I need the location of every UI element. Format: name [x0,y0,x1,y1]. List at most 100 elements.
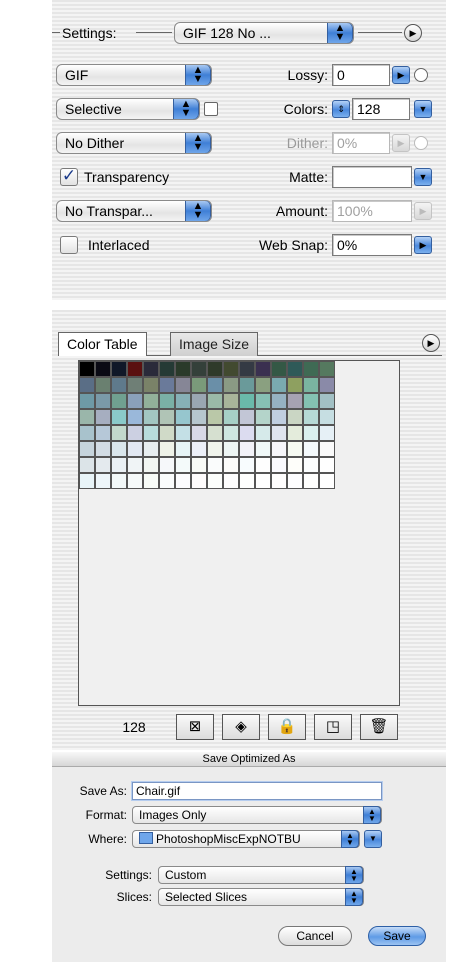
color-swatch[interactable] [271,409,287,425]
color-swatch[interactable] [175,425,191,441]
color-swatch[interactable] [239,409,255,425]
color-swatch[interactable] [319,457,335,473]
expand-browser-icon[interactable]: ▼ [364,830,382,848]
color-swatch[interactable] [79,377,95,393]
color-swatch[interactable] [127,361,143,377]
color-swatch[interactable] [111,409,127,425]
color-swatch[interactable] [159,393,175,409]
color-swatch[interactable] [207,377,223,393]
amount-field[interactable]: 100% [332,200,412,222]
color-swatch[interactable] [287,393,303,409]
color-swatch[interactable] [287,425,303,441]
where-popup[interactable]: PhotoshopMiscExpNOTBU ▲ ▼ [132,830,360,848]
amount-slider-arrow-icon[interactable]: ▶ [414,202,432,220]
color-swatch[interactable] [79,441,95,457]
color-swatch[interactable] [175,441,191,457]
color-swatch[interactable] [111,457,127,473]
lossy-slider-arrow-icon[interactable]: ▶ [392,66,410,84]
dither-field[interactable]: 0% [332,132,390,154]
format-popup[interactable]: GIF ▲ ▼ [56,64,212,86]
reduction-mask-icon[interactable] [204,102,218,116]
color-swatch[interactable] [223,457,239,473]
web-snap-field[interactable]: 0% [332,234,412,256]
dither-algorithm-popup[interactable]: No Dither ▲ ▼ [56,132,212,154]
save-as-field[interactable]: Chair.gif [132,782,382,800]
color-swatch[interactable] [95,425,111,441]
color-swatch[interactable] [319,409,335,425]
color-swatch[interactable] [127,473,143,489]
lossy-field[interactable]: 0 [332,64,390,86]
color-swatch[interactable] [271,361,287,377]
interlaced-checkbox[interactable] [60,236,78,254]
color-swatch[interactable] [255,473,271,489]
tab-color-table[interactable]: Color Table [58,332,147,356]
color-swatch[interactable] [223,473,239,489]
color-swatch[interactable] [239,393,255,409]
web-snap-slider-arrow-icon[interactable]: ▶ [414,236,432,254]
color-swatch[interactable] [143,393,159,409]
cancel-button[interactable]: Cancel [278,926,352,946]
color-swatch[interactable] [127,377,143,393]
color-swatch[interactable] [319,377,335,393]
color-swatch[interactable] [303,457,319,473]
color-swatch[interactable] [143,409,159,425]
color-swatch[interactable] [95,441,111,457]
color-swatch[interactable] [159,377,175,393]
color-swatch[interactable] [287,457,303,473]
transparency-checkbox[interactable]: ✓ [60,167,78,186]
color-swatch[interactable] [127,457,143,473]
color-swatch[interactable] [95,377,111,393]
color-swatch[interactable] [95,473,111,489]
color-swatch[interactable] [159,473,175,489]
trash-icon[interactable]: 🗑 [360,714,398,740]
colors-stepper-icon[interactable]: ⇕ [332,100,350,118]
color-swatch[interactable] [79,457,95,473]
format-popup[interactable]: Images Only ▲ ▼ [132,806,382,824]
color-swatch[interactable] [143,377,159,393]
map-to-transparent-icon[interactable]: ⊠ [176,714,214,740]
color-swatch[interactable] [303,393,319,409]
color-swatch[interactable] [175,377,191,393]
color-swatch[interactable] [111,473,127,489]
web-shift-icon[interactable]: ◈ [222,714,260,740]
color-swatch[interactable] [303,361,319,377]
color-swatch[interactable] [239,457,255,473]
color-swatch[interactable] [207,393,223,409]
color-swatch[interactable] [175,473,191,489]
color-swatch[interactable] [255,393,271,409]
color-swatch[interactable] [159,441,175,457]
color-swatch[interactable] [287,473,303,489]
color-swatch[interactable] [223,425,239,441]
color-swatch[interactable] [175,361,191,377]
tab-image-size[interactable]: Image Size [170,332,259,356]
color-swatch[interactable] [319,393,335,409]
color-swatch[interactable] [127,393,143,409]
color-swatch[interactable] [191,457,207,473]
color-swatch[interactable] [271,473,287,489]
color-swatch[interactable] [287,409,303,425]
color-swatch[interactable] [175,409,191,425]
color-swatch[interactable] [255,361,271,377]
color-swatch[interactable] [159,409,175,425]
color-swatch[interactable] [143,361,159,377]
color-swatch[interactable] [111,425,127,441]
color-swatch[interactable] [287,441,303,457]
color-swatch[interactable] [223,361,239,377]
dither-slider-arrow-icon[interactable]: ▶ [392,134,410,152]
color-swatch[interactable] [159,457,175,473]
color-swatch[interactable] [191,473,207,489]
color-swatch[interactable] [191,409,207,425]
color-swatch[interactable] [191,361,207,377]
color-swatch[interactable] [319,473,335,489]
matte-dropdown-icon[interactable]: ▼ [414,168,432,186]
color-swatch[interactable] [303,441,319,457]
color-swatch[interactable] [319,441,335,457]
color-swatch[interactable] [239,377,255,393]
color-swatch[interactable] [239,473,255,489]
color-swatch[interactable] [111,361,127,377]
transparency-dither-popup[interactable]: No Transpar... ▲ ▼ [56,200,212,222]
color-swatch[interactable] [127,441,143,457]
color-swatch[interactable] [111,393,127,409]
color-swatch[interactable] [207,473,223,489]
color-swatch[interactable] [223,377,239,393]
